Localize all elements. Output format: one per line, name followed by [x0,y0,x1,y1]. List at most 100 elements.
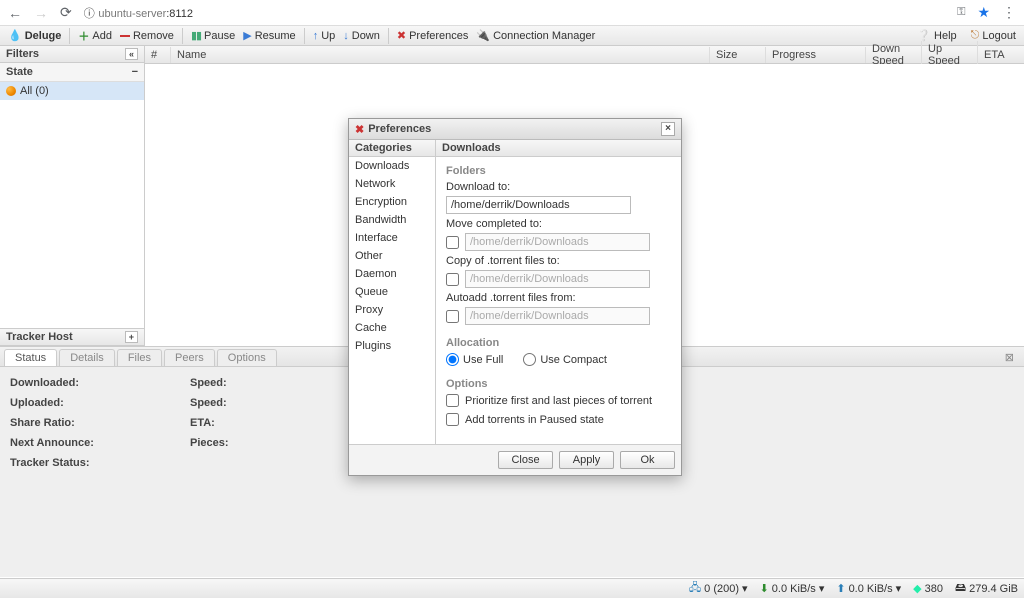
apply-button[interactable]: Apply [559,451,614,469]
use-full-radio-input[interactable] [446,353,459,366]
collapse-state-icon[interactable]: − [132,66,138,78]
upload-icon: ⬆ [836,582,845,595]
category-proxy[interactable]: Proxy [349,301,435,319]
use-full-label: Use Full [463,354,503,366]
chevron-down-icon: ▾ [819,582,825,595]
url-port: :8112 [166,8,193,20]
move-completed-checkbox[interactable] [446,236,459,249]
pause-button[interactable]: ▮▮Pause [187,28,239,43]
autoadd-checkbox[interactable] [446,310,459,323]
arrow-up-icon: ↑ [313,30,319,42]
status-connections[interactable]: 🖧0 (200)▾ [689,579,748,598]
arrow-down-icon: ↓ [343,30,349,42]
category-plugins[interactable]: Plugins [349,337,435,355]
status-disk[interactable]: 🖴279.4 GiB [955,579,1018,598]
resume-button[interactable]: ▶Resume [239,28,299,43]
back-icon[interactable]: ← [8,5,22,21]
category-interface[interactable]: Interface [349,229,435,247]
autoadd-input [465,307,650,325]
status-disk-value: 279.4 GiB [969,583,1018,595]
move-completed-label: Move completed to: [446,218,671,230]
browser-menu-icon[interactable]: ⋮ [1002,4,1016,21]
pause-icon: ▮▮ [191,29,201,42]
up-button[interactable]: ↑Up [309,29,340,43]
tab-details[interactable]: Details [59,349,115,366]
add-label: Add [92,30,112,42]
status-up-value: 0.0 KiB/s [849,583,893,595]
use-compact-label: Use Compact [540,354,607,366]
status-down-value: 0.0 KiB/s [772,583,816,595]
col-eta[interactable]: ETA [978,47,1024,63]
url-display[interactable]: ⓘ ubuntu-server:8112 [84,5,193,21]
use-compact-radio[interactable]: Use Compact [523,353,607,366]
copy-torrent-label: Copy of .torrent files to: [446,255,671,267]
expand-tracker-icon[interactable]: + [125,331,138,343]
tab-options[interactable]: Options [217,349,277,366]
preferences-dialog: ✖ Preferences × Categories Downloads Net… [348,118,682,476]
bookmark-star-icon[interactable]: ★ [977,4,990,21]
forward-icon[interactable]: → [34,5,48,21]
use-full-radio[interactable]: Use Full [446,353,503,366]
dialog-titlebar[interactable]: ✖ Preferences × [349,119,681,140]
disk-icon: 🖴 [955,579,966,598]
filter-state-header[interactable]: State − [0,63,144,82]
use-compact-radio-input[interactable] [523,353,536,366]
tab-files[interactable]: Files [117,349,162,366]
col-size[interactable]: Size [710,47,766,63]
category-queue[interactable]: Queue [349,283,435,301]
tracker-host-header[interactable]: Tracker Host + [0,328,144,346]
category-cache[interactable]: Cache [349,319,435,337]
tab-status[interactable]: Status [4,349,57,366]
category-daemon[interactable]: Daemon [349,265,435,283]
download-icon: ⬇ [760,582,769,595]
logout-label: Logout [982,30,1016,42]
resume-label: Resume [255,30,296,42]
download-to-input[interactable] [446,196,631,214]
category-encryption[interactable]: Encryption [349,193,435,211]
prioritize-checkbox[interactable] [446,394,459,407]
label-share-ratio: Share Ratio: [10,417,75,429]
options-heading: Options [446,378,671,390]
dialog-title: Preferences [368,123,431,135]
add-paused-checkbox[interactable] [446,413,459,426]
copy-torrent-input [465,270,650,288]
grid-header: # Name Size Progress Down Speed Up Speed… [145,46,1024,64]
col-num[interactable]: # [145,47,171,63]
col-progress[interactable]: Progress [766,47,866,63]
dialog-close-icon[interactable]: × [661,122,675,136]
allocation-heading: Allocation [446,337,671,349]
collapse-sidebar-icon[interactable]: « [125,48,138,60]
dialog-buttons: Close Apply Ok [349,444,681,475]
status-up-speed[interactable]: ⬆0.0 KiB/s▾ [836,582,901,595]
ok-button[interactable]: Ok [620,451,675,469]
key-icon[interactable]: ⚿ [957,6,965,19]
label-uploaded: Uploaded: [10,397,64,409]
category-bandwidth[interactable]: Bandwidth [349,211,435,229]
reload-icon[interactable]: ⟳ [60,4,72,21]
url-host: ubuntu-server [98,8,166,20]
status-down-speed[interactable]: ⬇0.0 KiB/s▾ [760,582,825,595]
label-downloaded: Downloaded: [10,377,79,389]
remove-button[interactable]: Remove [116,29,178,43]
category-downloads[interactable]: Downloads [349,157,435,175]
collapse-details-icon[interactable]: ⊠ [999,349,1020,366]
minus-icon [120,35,130,37]
tab-peers[interactable]: Peers [164,349,215,366]
brand-button[interactable]: 💧Deluge [4,28,65,43]
download-to-label: Download to: [446,181,671,193]
connection-manager-button[interactable]: 🔌Connection Manager [472,28,599,43]
category-other[interactable]: Other [349,247,435,265]
status-dht[interactable]: ◆380 [913,582,943,595]
remove-label: Remove [133,30,174,42]
filter-all[interactable]: All (0) [0,82,144,100]
move-completed-input [465,233,650,251]
autoadd-label: Autoadd .torrent files from: [446,292,671,304]
close-button[interactable]: Close [498,451,553,469]
copy-torrent-checkbox[interactable] [446,273,459,286]
category-network[interactable]: Network [349,175,435,193]
categories-panel: Categories Downloads Network Encryption … [349,140,436,444]
down-button[interactable]: ↓Down [339,29,384,43]
col-name[interactable]: Name [171,47,710,63]
add-button[interactable]: ＋Add [74,27,116,45]
preferences-button[interactable]: ✖Preferences [393,28,473,43]
